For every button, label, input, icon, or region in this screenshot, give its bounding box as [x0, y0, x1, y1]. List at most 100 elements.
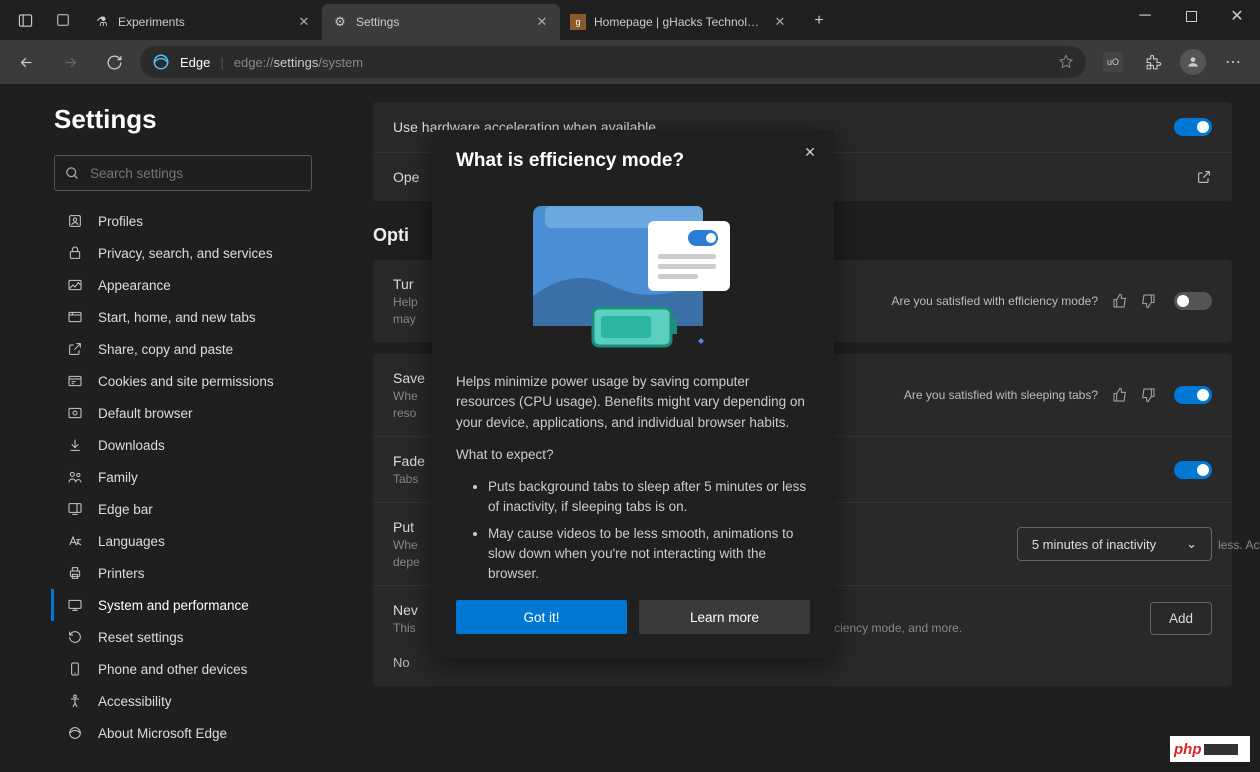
back-button[interactable] [8, 44, 44, 80]
edge-icon [152, 53, 170, 71]
sidebar-item-printers[interactable]: Printers [51, 557, 345, 589]
cookie-icon [66, 373, 84, 389]
minimize-button[interactable]: ─ [1122, 0, 1168, 32]
learn-more-button[interactable]: Learn more [639, 600, 810, 634]
adblock-icon[interactable]: uO [1094, 44, 1132, 80]
feedback-label: Are you satisfied with sleeping tabs? [904, 388, 1098, 402]
close-button[interactable]: ✕ [1214, 0, 1260, 32]
extensions-icon[interactable] [1134, 44, 1172, 80]
sidebar-item-share-copy-and-paste[interactable]: Share, copy and paste [51, 333, 345, 365]
got-it-button[interactable]: Got it! [456, 600, 627, 634]
sidebar-item-phone-and-other-devices[interactable]: Phone and other devices [51, 653, 345, 685]
modal-title: What is efficiency mode? [456, 150, 810, 172]
titlebar: ⚗ Experiments ✕ ⚙ Settings ✕ g Homepage … [0, 0, 1260, 40]
sidebar-item-languages[interactable]: Languages [51, 525, 345, 557]
sidebar-item-reset-settings[interactable]: Reset settings [51, 621, 345, 653]
tab-title: Homepage | gHacks Technology [594, 15, 764, 29]
search-box[interactable] [54, 155, 312, 191]
sidebar-item-appearance[interactable]: Appearance [51, 269, 345, 301]
sleeping-toggle[interactable] [1174, 386, 1212, 404]
refresh-button[interactable] [96, 44, 132, 80]
settings-sidebar: Settings Profiles Privacy, search, and se… [0, 84, 345, 772]
access-icon [66, 693, 84, 709]
browser-label: Edge [180, 55, 210, 70]
favicon-icon: g [570, 14, 586, 30]
sidebar-item-accessibility[interactable]: Accessibility [51, 685, 345, 717]
share-icon [66, 341, 84, 357]
profile-button[interactable] [1174, 44, 1212, 80]
watermark-text: php [1174, 741, 1202, 758]
nav-label: Printers [98, 566, 145, 581]
nav-label: Languages [98, 534, 165, 549]
sidebar-item-family[interactable]: Family [51, 461, 345, 493]
nav-label: Privacy, search, and services [98, 246, 273, 261]
feedback-label: Are you satisfied with efficiency mode? [891, 294, 1098, 308]
inactivity-dropdown[interactable]: 5 minutes of inactivity ⌄ [1017, 527, 1212, 561]
fade-toggle[interactable] [1174, 461, 1212, 479]
modal-bullet: May cause videos to be less smooth, anim… [488, 524, 810, 585]
tab-settings[interactable]: ⚙ Settings ✕ [322, 4, 560, 40]
maximize-button[interactable] [1168, 0, 1214, 32]
nav-label: Edge bar [98, 502, 153, 517]
browser-icon [66, 405, 84, 421]
nav-label: Profiles [98, 214, 143, 229]
sidebar-item-about-microsoft-edge[interactable]: About Microsoft Edge [51, 717, 345, 749]
address-bar[interactable]: Edge | edge://settings/system [140, 46, 1086, 78]
modal-bullet: Puts background tabs to sleep after 5 mi… [488, 477, 810, 518]
thumbs-down-icon[interactable] [1136, 289, 1160, 313]
close-icon[interactable]: ✕ [296, 14, 312, 30]
nav-label: Start, home, and new tabs [98, 310, 256, 325]
appearance-icon [66, 277, 84, 293]
bar-icon [66, 501, 84, 517]
tab-ghacks[interactable]: g Homepage | gHacks Technology ✕ [560, 4, 798, 40]
gear-icon: ⚙ [332, 14, 348, 30]
sidebar-item-start-home-and-new-tabs[interactable]: Start, home, and new tabs [51, 301, 345, 333]
new-tab-button[interactable]: + [804, 6, 834, 36]
lock-icon [66, 245, 84, 261]
edge-icon [66, 725, 84, 741]
nav-label: System and performance [98, 598, 249, 613]
forward-button[interactable] [52, 44, 88, 80]
dropdown-label: 5 minutes of inactivity [1032, 537, 1156, 552]
family-icon [66, 469, 84, 485]
tab-title: Experiments [118, 15, 288, 29]
chevron-down-icon: ⌄ [1186, 536, 1197, 552]
printer-icon [66, 565, 84, 581]
modal-close-button[interactable]: ✕ [800, 142, 820, 162]
page-title: Settings [54, 104, 345, 135]
close-icon[interactable]: ✕ [534, 14, 550, 30]
nav-label: Default browser [98, 406, 193, 421]
modal-body: Helps minimize power usage by saving com… [456, 372, 810, 584]
search-input[interactable] [90, 166, 301, 181]
sidebar-item-privacy-search-and-services[interactable]: Privacy, search, and services [51, 237, 345, 269]
close-icon[interactable]: ✕ [772, 14, 788, 30]
download-icon [66, 437, 84, 453]
modal-illustration [456, 186, 810, 356]
tab-experiments[interactable]: ⚗ Experiments ✕ [84, 4, 322, 40]
sidebar-item-system-and-performance[interactable]: System and performance [51, 589, 345, 621]
menu-button[interactable]: ⋯ [1214, 44, 1252, 80]
lang-icon [66, 533, 84, 549]
nav-label: Appearance [98, 278, 171, 293]
thumbs-up-icon[interactable] [1108, 383, 1132, 407]
hw-accel-toggle[interactable] [1174, 118, 1212, 136]
sidebar-item-edge-bar[interactable]: Edge bar [51, 493, 345, 525]
toolbar: Edge | edge://settings/system uO ⋯ [0, 40, 1260, 84]
sidebar-item-default-browser[interactable]: Default browser [51, 397, 345, 429]
sidebar-item-cookies-and-site-permissions[interactable]: Cookies and site permissions [51, 365, 345, 397]
external-link-icon [1196, 169, 1212, 185]
tab-actions-icon[interactable] [8, 4, 42, 36]
sidebar-item-downloads[interactable]: Downloads [51, 429, 345, 461]
collections-icon[interactable] [46, 4, 80, 36]
nav-label: Cookies and site permissions [98, 374, 274, 389]
flask-icon: ⚗ [94, 14, 110, 30]
nav-label: Share, copy and paste [98, 342, 233, 357]
favorite-icon[interactable] [1058, 54, 1074, 70]
sidebar-item-profiles[interactable]: Profiles [51, 205, 345, 237]
search-icon [65, 166, 80, 181]
thumbs-up-icon[interactable] [1108, 289, 1132, 313]
thumbs-down-icon[interactable] [1136, 383, 1160, 407]
nav-label: Downloads [98, 438, 165, 453]
add-button[interactable]: Add [1150, 602, 1212, 635]
efficiency-toggle[interactable] [1174, 292, 1212, 310]
